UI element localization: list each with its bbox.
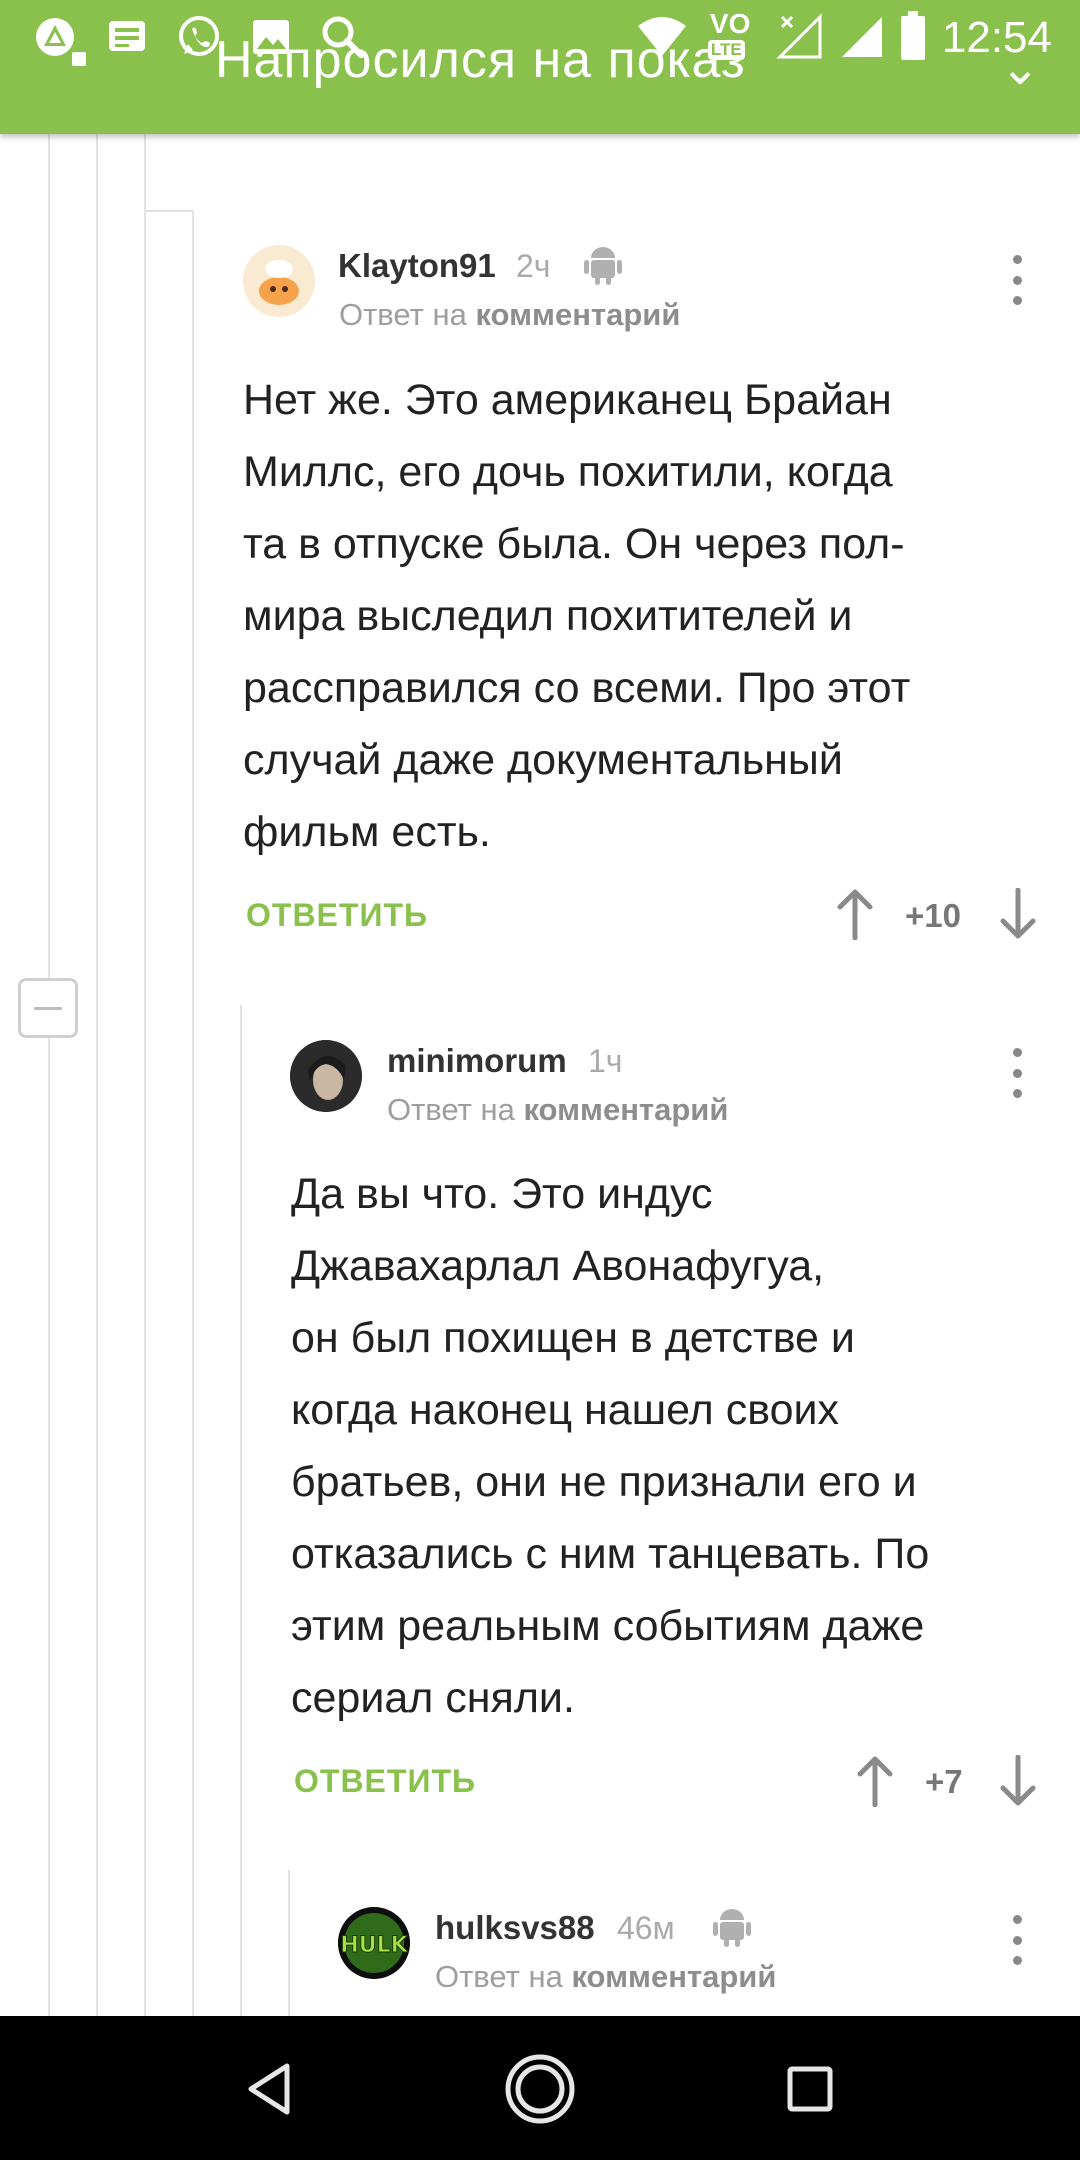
comment-time: 46м bbox=[617, 1910, 675, 1946]
more-options-icon[interactable] bbox=[1007, 1915, 1027, 1965]
comment-line: отказались с ним танцевать. По bbox=[291, 1530, 930, 1578]
comment-line: Да вы что. Это индус bbox=[291, 1170, 713, 1218]
app-notification-icon bbox=[30, 12, 80, 62]
comment-line: он был похищен в детстве и bbox=[291, 1314, 855, 1362]
app-header: Напросился на показ ⌄ VO LTE 12:54 bbox=[0, 0, 1080, 134]
downvote-icon[interactable] bbox=[998, 888, 1038, 940]
more-options-icon[interactable] bbox=[1007, 255, 1027, 305]
avatar[interactable] bbox=[243, 245, 315, 317]
comment-line: рассправился со всеми. Про этот bbox=[243, 664, 911, 712]
reply-to-link[interactable]: комментарий bbox=[475, 297, 680, 332]
comment-score: +7 bbox=[925, 1763, 963, 1800]
comment-line: Миллс, его дочь похитили, когда bbox=[243, 448, 893, 496]
reply-to-label: Ответ на комментарий bbox=[339, 297, 680, 333]
comment-username[interactable]: Klayton91 bbox=[338, 247, 496, 285]
comment-line: Джавахарлал Авонафугуа, bbox=[291, 1242, 825, 1290]
battery-icon bbox=[900, 10, 926, 66]
reply-button[interactable]: ОТВЕТИТЬ bbox=[294, 1763, 476, 1800]
status-bar: VO LTE 12:54 bbox=[0, 0, 1080, 72]
comment-line: фильм есть. bbox=[243, 808, 491, 856]
thread-line bbox=[288, 1870, 290, 2016]
reply-to-label: Ответ на комментарий bbox=[435, 1959, 776, 1995]
lte-label: LTE bbox=[707, 40, 745, 60]
wifi-icon bbox=[636, 14, 688, 63]
message-icon bbox=[102, 12, 152, 62]
reply-to-prefix: Ответ на bbox=[435, 1959, 563, 1994]
comment-score: +10 bbox=[905, 897, 961, 934]
avatar-text: HULK bbox=[340, 1933, 408, 1958]
reply-to-link[interactable]: комментарий bbox=[523, 1092, 728, 1127]
signal-icon bbox=[838, 13, 884, 64]
whatsapp-icon bbox=[174, 12, 224, 62]
comment-username[interactable]: hulksvs88 bbox=[435, 1909, 595, 1947]
reply-button[interactable]: ОТВЕТИТЬ bbox=[246, 897, 428, 934]
comment-line: сериал сняли. bbox=[291, 1674, 575, 1722]
comment-line: когда наконец нашел своих bbox=[291, 1386, 839, 1434]
gallery-icon bbox=[246, 12, 296, 62]
reply-to-label: Ответ на комментарий bbox=[387, 1092, 728, 1128]
collapse-thread-button[interactable] bbox=[18, 978, 78, 1038]
signal-no-icon bbox=[776, 12, 822, 64]
thread-line bbox=[192, 210, 194, 2016]
comment-username[interactable]: minimorum bbox=[387, 1042, 567, 1080]
more-options-icon[interactable] bbox=[1007, 1048, 1027, 1098]
volte-label: VO bbox=[709, 8, 751, 39]
thread-line bbox=[144, 134, 146, 2016]
system-navigation-bar bbox=[0, 2016, 1080, 2160]
comment-time: 1ч bbox=[588, 1043, 623, 1079]
comment-time: 2ч bbox=[516, 248, 551, 284]
comment-line: мира выследил похитителей и bbox=[243, 592, 853, 640]
comment-body: Нет же. Это американец Брайан Миллс, его… bbox=[243, 364, 910, 868]
back-icon[interactable] bbox=[225, 2044, 315, 2134]
comment-line: Нет же. Это американец Брайан bbox=[243, 376, 892, 424]
comment-line: случай даже документальный bbox=[243, 736, 843, 784]
comment-line: братьев, они не признали его и bbox=[291, 1458, 917, 1506]
home-icon[interactable] bbox=[495, 2044, 585, 2134]
upvote-icon[interactable] bbox=[855, 1755, 895, 1807]
avatar[interactable] bbox=[290, 1040, 362, 1112]
search-icon bbox=[318, 12, 368, 62]
thread-line bbox=[144, 210, 192, 212]
reply-to-prefix: Ответ на bbox=[387, 1092, 515, 1127]
comment-line: этим реальным событиям даже bbox=[291, 1602, 925, 1650]
comment-body: Да вы что. Это индус Джавахарлал Авонафу… bbox=[291, 1158, 929, 1734]
android-icon bbox=[583, 242, 623, 286]
downvote-icon[interactable] bbox=[998, 1755, 1038, 1807]
thread-line bbox=[48, 134, 50, 2016]
volte-icon: VO LTE bbox=[704, 8, 760, 68]
thread-line bbox=[96, 134, 98, 2016]
avatar[interactable]: HULK bbox=[338, 1907, 410, 1979]
comment-line: та в отпуске была. Он через пол- bbox=[243, 520, 905, 568]
recents-icon[interactable] bbox=[765, 2044, 855, 2134]
android-icon bbox=[712, 1904, 752, 1948]
reply-to-link[interactable]: комментарий bbox=[571, 1959, 776, 1994]
reply-to-prefix: Ответ на bbox=[339, 297, 467, 332]
upvote-icon[interactable] bbox=[835, 888, 875, 940]
thread-line bbox=[240, 1005, 242, 2016]
clock: 12:54 bbox=[941, 13, 1052, 62]
